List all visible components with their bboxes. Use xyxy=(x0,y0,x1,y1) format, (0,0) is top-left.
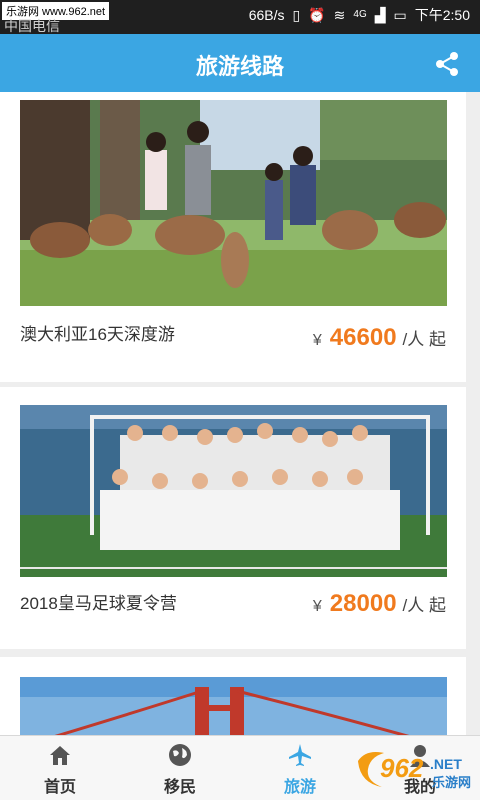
home-icon xyxy=(50,746,70,765)
currency-symbol: ¥ xyxy=(312,332,322,349)
status-bar: 乐游网 www.962.net 中国电信 66B/s ▯ ⏰ ≋ 4G ▟ ▭ … xyxy=(0,0,480,34)
brand-suffix: .NET xyxy=(430,756,462,772)
clock-time: 下午2:50 xyxy=(414,7,470,23)
route-price: ¥ 28000 /人 起 xyxy=(313,590,446,618)
page-title: 旅游线路 xyxy=(195,54,284,79)
currency-symbol: ¥ xyxy=(312,598,322,615)
tab-home[interactable]: 首页 xyxy=(0,736,120,800)
network-speed: 66B/s xyxy=(248,7,285,23)
route-name: 2018皇马足球夏令营 xyxy=(20,594,177,613)
alarm-icon: ⏰ xyxy=(308,7,326,23)
route-card[interactable]: 澳大利亚16天深度游 ¥ 46600 /人 起 xyxy=(0,92,466,382)
brand-watermark-logo: 962 .NET 乐游网 xyxy=(358,752,471,791)
tab-label: 移民 xyxy=(163,779,196,796)
battery-icon: ▭ xyxy=(393,7,407,23)
route-photo-football-camp xyxy=(20,405,447,577)
tab-label: 旅游 xyxy=(283,779,316,796)
price-amount: 46600 xyxy=(329,324,397,351)
signal-icon: ▟ xyxy=(374,7,386,23)
network-type: 4G xyxy=(353,9,367,20)
tab-travel[interactable]: 旅游 xyxy=(240,736,360,800)
route-photo-kangaroos xyxy=(20,100,447,306)
brand-caption: 乐游网 xyxy=(432,775,471,791)
price-unit: /人 起 xyxy=(402,596,446,615)
route-photo-golden-gate xyxy=(20,677,447,735)
brand-number: 962 xyxy=(380,753,424,783)
route-card[interactable] xyxy=(0,657,466,735)
app-header: 旅游线路 xyxy=(0,34,480,92)
globe-icon xyxy=(169,744,191,766)
route-price: ¥ 46600 /人 起 xyxy=(313,324,446,352)
route-name: 澳大利亚16天深度游 xyxy=(20,325,175,344)
price-unit: /人 起 xyxy=(402,330,446,349)
route-card[interactable]: 2018皇马足球夏令营 ¥ 28000 /人 起 xyxy=(0,387,466,649)
route-list: 澳大利亚16天深度游 ¥ 46600 /人 起 2018皇马足球夏令营 ¥ 28… xyxy=(0,92,480,735)
price-amount: 28000 xyxy=(329,590,397,617)
wifi-icon: ≋ xyxy=(333,7,346,23)
vibrate-icon: ▯ xyxy=(292,7,301,23)
airplane-icon xyxy=(289,744,311,766)
carrier-name: 中国电信 xyxy=(4,18,60,34)
share-icon[interactable] xyxy=(434,51,460,77)
tab-label: 首页 xyxy=(43,779,76,796)
tab-immigration[interactable]: 移民 xyxy=(120,736,240,800)
